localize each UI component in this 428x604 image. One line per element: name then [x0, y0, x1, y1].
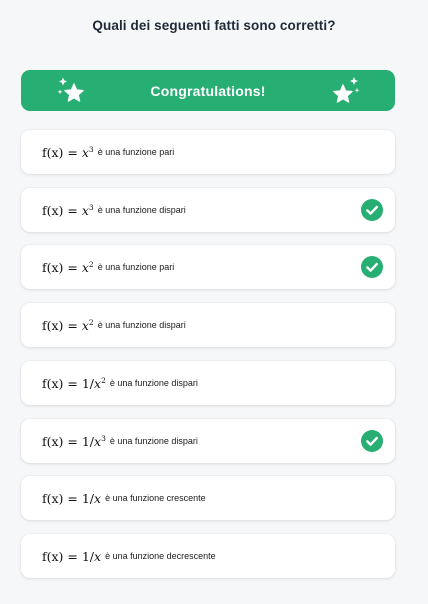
- option-description: è una funzione pari: [97, 262, 175, 272]
- option-card[interactable]: f(x) = 1/x2 è una funzione dispari: [21, 361, 395, 405]
- formula-prefix: f(x) =: [42, 259, 82, 275]
- formula: f(x) = x3: [42, 203, 94, 218]
- option-description: è una funzione crescente: [105, 493, 206, 503]
- option-description: è una funzione pari: [97, 147, 175, 157]
- sparkle-star-icon: [57, 77, 84, 102]
- formula: f(x) = 1/x: [42, 549, 101, 564]
- formula: f(x) = 1/x: [42, 491, 101, 506]
- formula: f(x) = 1/x3: [42, 434, 106, 449]
- option-card[interactable]: f(x) = 1/x è una funzione crescente: [21, 476, 395, 520]
- formula-prefix: f(x) =: [42, 202, 82, 218]
- formula-variable: x: [81, 317, 89, 333]
- checkmark-icon: [361, 430, 383, 452]
- formula-prefix: f(x) = 1/: [42, 433, 95, 449]
- checkmark-icon: [361, 256, 383, 278]
- formula-exponent: 3: [101, 433, 106, 443]
- option-card[interactable]: f(x) = x3 è una funzione dispari: [21, 188, 395, 232]
- formula-prefix: f(x) =: [42, 144, 82, 160]
- formula-variable: x: [94, 548, 102, 564]
- formula-exponent: 2: [101, 375, 106, 385]
- option-description: è una funzione dispari: [109, 378, 198, 388]
- checkmark-icon: [361, 199, 383, 221]
- formula: f(x) = x2: [42, 260, 94, 275]
- congratulations-banner: Congratulations!: [21, 70, 395, 111]
- option-card[interactable]: f(x) = x2 è una funzione pari: [21, 245, 395, 289]
- formula-variable: x: [81, 144, 89, 160]
- banner-text: Congratulations!: [150, 82, 266, 99]
- formula-exponent: 3: [88, 144, 94, 154]
- option-card[interactable]: f(x) = x3 è una funzione pari: [21, 130, 395, 174]
- option-description: è una funzione dispari: [109, 436, 198, 446]
- formula-variable: x: [94, 490, 102, 506]
- sparkle-star-icon: [333, 77, 360, 103]
- formula: f(x) = x3: [42, 145, 94, 160]
- option-card[interactable]: f(x) = 1/x3 è una funzione dispari: [21, 419, 395, 463]
- formula-variable: x: [81, 259, 89, 275]
- option-description: è una funzione dispari: [97, 320, 186, 330]
- formula-prefix: f(x) = 1/: [42, 375, 95, 391]
- option-description: è una funzione dispari: [97, 205, 186, 215]
- formula-prefix: f(x) = 1/: [42, 490, 95, 506]
- option-description: è una funzione decrescente: [105, 551, 216, 561]
- formula-exponent: 3: [88, 202, 94, 212]
- option-card[interactable]: f(x) = 1/x è una funzione decrescente: [21, 534, 395, 578]
- formula: f(x) = 1/x2: [42, 376, 106, 391]
- formula-variable: x: [81, 202, 89, 218]
- formula-prefix: f(x) =: [42, 317, 82, 333]
- formula: f(x) = x2: [42, 318, 94, 333]
- option-card[interactable]: f(x) = x2 è una funzione dispari: [21, 303, 395, 347]
- formula-prefix: f(x) = 1/: [42, 548, 95, 564]
- question-title: Quali dei seguenti fatti sono corretti?: [92, 18, 336, 33]
- formula-exponent: 2: [88, 317, 94, 327]
- formula-exponent: 2: [88, 259, 94, 269]
